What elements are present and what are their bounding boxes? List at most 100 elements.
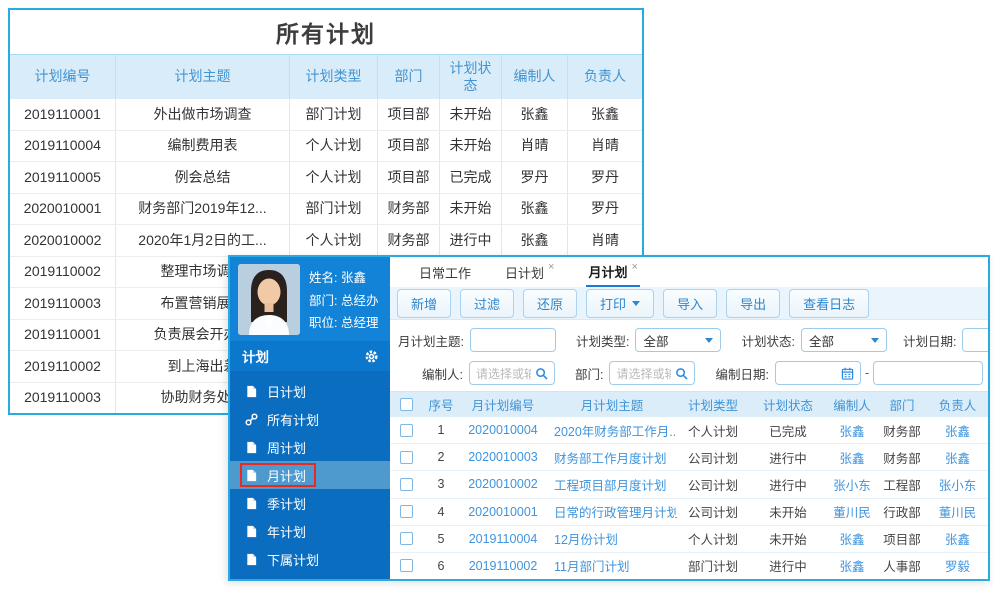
table-row: 2 2020010003 财务部工作月度计划 公司计划 进行中 张鑫 财务部 张… [390,443,988,470]
subject-filter-input[interactable] [469,328,556,352]
cell: 2019110004 [10,130,116,161]
owner-link[interactable]: 罗毅 [927,553,988,579]
plan-code-link[interactable]: 2020010002 [459,471,547,497]
table-row[interactable]: 2019110004 编制费用表 个人计划 项目部 未开始 肖晴 肖晴 [10,129,642,161]
close-icon[interactable]: × [548,262,554,273]
row-checkbox[interactable] [400,423,413,437]
cell: 已完成 [440,162,502,193]
creator-link[interactable]: 张鑫 [827,553,877,579]
all-plans-table-header: 计划编号 计划主题 计划类型 部门 计划状态 编制人 负责人 [10,55,642,99]
row-checkbox[interactable] [400,477,413,491]
header-cell: 计划状态 [440,55,502,99]
sidebar-item-monthly-plan[interactable]: 月计划 [230,461,390,489]
department: 项目部 [883,533,921,548]
cell: 肖晴 [502,130,568,161]
plan-code-link[interactable]: 2019110004 [459,526,547,552]
status-filter-select[interactable]: 全部 [800,328,887,352]
cell: 罗丹 [591,168,619,185]
plan-code-link[interactable]: 2020010001 [459,499,547,525]
toolbar-button-label: 导出 [740,296,767,312]
creator-link[interactable]: 董川民 [827,499,877,525]
sidebar-item-quarterly-plan[interactable]: 季计划 [230,489,390,517]
owner-link[interactable]: 张鑫 [927,444,988,470]
table-row[interactable]: 2019110001 外出做市场调查 部门计划 项目部 未开始 张鑫 张鑫 [10,99,642,130]
add-button[interactable]: 新增 [397,288,452,318]
creator-link[interactable]: 张小东 [827,471,877,497]
cell: 2019110005 [10,162,116,193]
creator-filter-input[interactable]: 请选择或输入 [468,361,555,385]
print-button[interactable]: 打印 [586,288,655,318]
row-checkbox[interactable] [400,450,413,464]
cell: 肖晴 [591,231,619,248]
row-index: 5 [437,531,445,546]
sidebar-section-header: 计划 [230,341,390,371]
cell: 罗丹 [502,162,568,193]
owner-link[interactable]: 张鑫 [927,526,988,552]
cell: 编制费用表 [116,130,290,161]
tab-daily-work[interactable]: 日常工作 [417,257,473,287]
tab-daily-plan[interactable]: 日计划 × [503,257,556,287]
gear-icon[interactable] [364,349,379,364]
plan-code-link[interactable]: 2019110002 [459,553,547,579]
chevron-down-icon [870,337,879,343]
filter-button[interactable]: 过滤 [460,288,515,318]
sidebar-item-weekly-plan[interactable]: 周计划 [230,433,390,461]
cell: 张鑫 [502,193,568,224]
table-row[interactable]: 2020010002 2020年1月2日的工... 个人计划 财务部 进行中 张鑫 肖晴 [10,224,642,256]
plan-subject-link[interactable]: 财务部工作月度计划 [547,444,677,470]
tab-monthly-plan[interactable]: 月计划 × [586,257,640,287]
owner-link[interactable]: 张小东 [927,471,988,497]
close-icon[interactable]: × [631,262,637,273]
cell: 2019110001 [10,319,116,350]
view-log-button[interactable]: 查看日志 [789,288,870,318]
table-row[interactable]: 2019110005 例会总结 个人计划 项目部 已完成 罗丹 罗丹 [10,161,642,193]
type-filter-select[interactable]: 全部 [635,328,722,352]
search-icon[interactable] [535,367,548,380]
sidebar-item-label: 日计划 [267,384,307,400]
restore-button[interactable]: 还原 [523,288,578,318]
cell: 2019110002 [10,256,116,287]
creator-link[interactable]: 张鑫 [827,526,877,552]
owner-link[interactable]: 董川民 [927,499,988,525]
plan-subject-link[interactable]: 日常的行政管理月计划 [547,499,677,525]
search-icon[interactable] [675,367,689,380]
export-button[interactable]: 导出 [726,288,781,318]
sidebar-item-all-plans[interactable]: 所有计划 [230,405,390,433]
select-all-checkbox[interactable] [400,398,413,411]
plan-date-input[interactable] [962,328,988,352]
cell: 未开始 [440,193,502,224]
header-cell: 计划状态 [762,399,813,413]
sidebar-item-subordinate-plan[interactable]: 下属计划 [230,545,390,573]
row-checkbox[interactable] [400,505,413,519]
cell: 未开始 [440,99,502,130]
row-checkbox[interactable] [400,559,413,573]
created-date-end-input[interactable] [873,361,984,385]
dept-filter-input[interactable]: 请选择或输入 [609,361,696,385]
import-button[interactable]: 导入 [663,288,718,318]
header-cell: 月计划编号 [471,399,535,413]
creator-link[interactable]: 张鑫 [827,444,877,470]
owner-link[interactable]: 张鑫 [927,417,988,443]
cell: 2020010002 [10,225,116,256]
cell: 个人计划 [290,162,378,193]
plan-subject-link[interactable]: 12月份计划 [547,526,677,552]
plan-code-link[interactable]: 2020010004 [459,417,547,443]
plan-status: 未开始 [769,533,807,548]
sidebar-item-yearly-plan[interactable]: 年计划 [230,517,390,545]
plan-code-link[interactable]: 2020010003 [459,444,547,470]
plan-subject-link[interactable]: 工程项目部月度计划 [547,471,677,497]
plan-subject-link[interactable]: 2020年财务部工作月... [547,417,677,443]
sidebar-item-daily-plan[interactable]: 日计划 [230,377,390,405]
file-icon [245,469,258,482]
creator-link[interactable]: 张鑫 [827,417,877,443]
row-checkbox[interactable] [400,532,413,546]
calendar-icon[interactable] [841,367,854,380]
header-cell: 计划类型 [687,399,738,413]
cell: 项目部 [378,99,440,130]
profile-name: 姓名: 张鑫 [309,271,366,285]
file-icon [245,385,258,398]
table-row[interactable]: 2020010001 财务部门2019年12... 部门计划 财务部 未开始 张鑫 罗丹 [10,192,642,224]
cell: 项目部 [378,130,440,161]
plan-subject-link[interactable]: 11月部门计划 [547,553,677,579]
created-date-start-input[interactable] [774,361,861,385]
